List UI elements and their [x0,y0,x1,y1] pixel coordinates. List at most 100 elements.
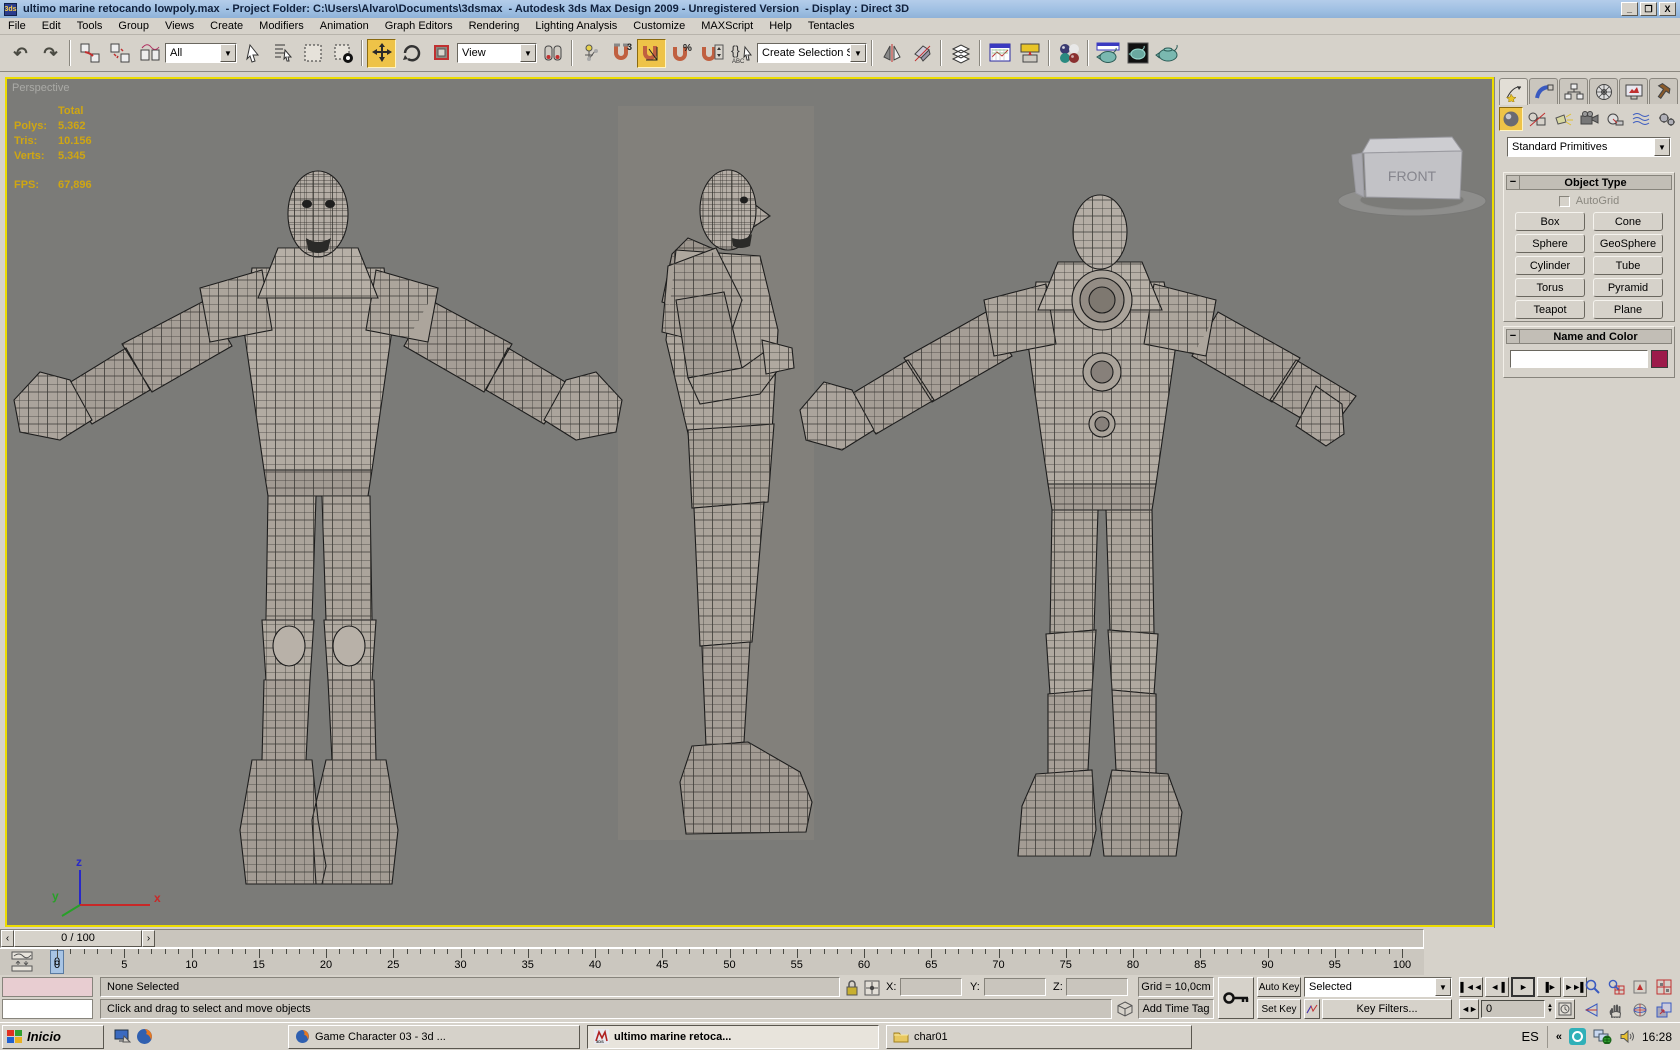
menu-item-tools[interactable]: Tools [69,19,111,33]
redo-button[interactable]: ↷ [36,39,65,68]
render-setup-button[interactable] [1093,39,1122,68]
primitive-button-teapot[interactable]: Teapot [1515,300,1585,319]
arc-rotate-icon[interactable] [1628,998,1652,1021]
mirror-button[interactable] [877,39,906,68]
add-time-tag-field[interactable]: Add Time Tag [1138,999,1214,1019]
maxscript-mini-listener-macro[interactable] [2,977,93,997]
menu-item-tentacles[interactable]: Tentacles [800,19,862,33]
select-by-name-icon[interactable] [268,39,297,68]
menu-item-lighting-analysis[interactable]: Lighting Analysis [527,19,625,33]
primitive-button-geosphere[interactable]: GeoSphere [1593,234,1663,253]
set-keys-button[interactable] [1218,977,1254,1019]
minimize-button[interactable]: _ [1621,2,1638,16]
object-name-input[interactable] [1510,350,1648,368]
taskbar-task-char01-folder[interactable]: char01 [886,1025,1192,1049]
autogrid-checkbox[interactable] [1559,196,1570,207]
key-mode-toggle-button[interactable]: ◄► [1459,999,1479,1019]
collapse-icon[interactable]: − [1507,176,1520,189]
reference-coordinate-dropdown[interactable]: View▼ [457,43,537,63]
spinner-snap-icon[interactable] [697,39,726,68]
primitive-button-box[interactable]: Box [1515,212,1585,231]
menu-item-customize[interactable]: Customize [625,19,693,33]
undo-button[interactable]: ↶ [6,39,35,68]
zoom-icon[interactable] [1580,975,1604,998]
show-desktop-icon[interactable] [114,1028,132,1044]
menu-item-views[interactable]: Views [157,19,202,33]
bind-to-space-warp-icon[interactable] [135,39,164,68]
current-frame-field[interactable]: 0 [1481,1000,1545,1018]
zoom-extents-all-icon[interactable] [1652,975,1676,998]
select-object-icon[interactable] [238,39,267,68]
percent-snap-icon[interactable]: % [667,39,696,68]
network-icon[interactable] [1593,1029,1612,1044]
tab-display[interactable] [1619,78,1648,104]
angle-snap-toggle-button[interactable] [637,39,666,68]
viewcube[interactable]: FRONT [1338,137,1486,216]
systems-category-button[interactable] [1655,107,1679,131]
start-button[interactable]: Inicio [2,1025,104,1049]
taskbar-task-game-character[interactable]: Game Character 03 - 3d ... [288,1025,580,1049]
geometry-category-button[interactable] [1499,107,1523,131]
select-and-scale-button[interactable] [427,39,456,68]
tab-create[interactable] [1499,78,1528,105]
snap-toggle-3d-icon[interactable]: 3 [607,39,636,68]
z-coordinate-field[interactable] [1066,978,1128,996]
restore-button[interactable]: ❐ [1640,2,1657,16]
time-configuration-button[interactable] [1555,999,1575,1019]
select-and-move-button[interactable] [367,39,396,68]
time-slider-thumb[interactable]: 0 / 100 [14,930,142,947]
next-frame-button[interactable]: ▐► [1537,977,1561,997]
primitive-button-pyramid[interactable]: Pyramid [1593,278,1663,297]
previous-frame-arrow[interactable]: ‹ [1,930,14,947]
maxscript-mini-listener-script[interactable] [2,999,93,1019]
tray-app-icon[interactable] [1569,1028,1586,1045]
x-coordinate-field[interactable] [900,978,962,996]
volume-icon[interactable] [1619,1029,1635,1044]
primitive-button-cone[interactable]: Cone [1593,212,1663,231]
mini-curve-editor-icon[interactable] [10,951,36,973]
rectangular-selection-region-icon[interactable] [298,39,327,68]
space-warps-category-button[interactable] [1629,107,1653,131]
tray-expand-chevron[interactable]: « [1556,1031,1562,1043]
object-color-swatch[interactable] [1651,350,1668,368]
default-in-out-tangent-icon[interactable] [1304,999,1320,1019]
y-coordinate-field[interactable] [984,978,1046,996]
time-slider-track[interactable]: ‹ 0 / 100 › [0,929,1424,948]
set-key-button[interactable]: Set Key [1257,999,1301,1019]
key-filters-button[interactable]: Key Filters... [1322,999,1452,1019]
select-and-link-icon[interactable] [75,39,104,68]
character-back-view[interactable] [795,190,1360,860]
menu-item-animation[interactable]: Animation [312,19,377,33]
previous-frame-button[interactable]: ◄▐ [1485,977,1509,997]
frame-spinner[interactable]: ▲▼ [1547,1004,1553,1014]
auto-key-button[interactable]: Auto Key [1257,977,1301,997]
close-button[interactable]: X [1659,2,1676,16]
maximize-viewport-toggle-icon[interactable] [1652,998,1676,1021]
layer-manager-icon[interactable] [946,39,975,68]
track-bar-ruler[interactable]: 0 05101520253035404550556065707580859095… [0,948,1424,975]
align-button[interactable] [907,39,936,68]
tab-utilities[interactable] [1649,78,1678,104]
next-frame-arrow[interactable]: › [142,930,155,947]
tab-hierarchy[interactable] [1559,78,1588,104]
object-type-rollout-header[interactable]: − Object Type [1506,175,1672,190]
named-selection-sets-icon[interactable]: {}ABC [727,39,756,68]
selection-lock-icon[interactable] [845,979,859,997]
rendered-frame-window-button[interactable] [1123,39,1152,68]
primitive-button-tube[interactable]: Tube [1593,256,1663,275]
shapes-category-button[interactable] [1525,107,1549,131]
use-pivot-center-button[interactable] [538,39,567,68]
primitive-button-torus[interactable]: Torus [1515,278,1585,297]
menu-item-modifiers[interactable]: Modifiers [251,19,312,33]
menu-item-create[interactable]: Create [202,19,251,33]
zoom-extents-icon[interactable] [1628,975,1652,998]
primitive-button-plane[interactable]: Plane [1593,300,1663,319]
collapse-icon[interactable]: − [1507,330,1520,343]
material-editor-button[interactable] [1054,39,1083,68]
tab-motion[interactable] [1589,78,1618,104]
taskbar-task-3dsmax[interactable]: 3DS ultimo marine retoca... [587,1025,879,1049]
menu-item-group[interactable]: Group [110,19,157,33]
primitive-button-sphere[interactable]: Sphere [1515,234,1585,253]
helpers-category-button[interactable] [1603,107,1627,131]
key-scope-dropdown[interactable]: Selected▼ [1304,977,1452,997]
